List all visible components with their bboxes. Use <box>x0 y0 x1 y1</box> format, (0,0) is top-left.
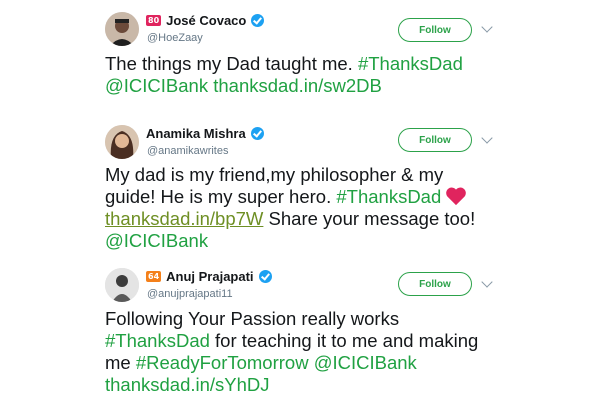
mention-link[interactable]: @ICICIBank <box>105 230 208 251</box>
tweet-text-line: Following Your Passion really works <box>105 308 400 329</box>
hashtag-link[interactable]: #ReadyForTomorrow <box>136 352 309 373</box>
display-name[interactable]: José Covaco <box>166 13 246 28</box>
verified-badge-icon <box>251 14 265 27</box>
chevron-down-icon[interactable] <box>481 21 493 33</box>
mention-link[interactable]: @ICICIBank <box>314 352 417 373</box>
tweet-text-plain: Share your message too! <box>263 208 476 229</box>
tweet-card: 64 Anuj Prajapati @anujprajapati11 Follo… <box>0 262 600 400</box>
follow-button[interactable]: Follow <box>398 18 472 42</box>
tweet-text-plain: The things my Dad taught me. <box>105 53 358 74</box>
tweet-text-line: thanksdad.in/bp7W Share your message too… <box>105 208 525 230</box>
tweet-text-line: #ThanksDad for teaching it to me and mak… <box>105 330 525 352</box>
display-name[interactable]: Anuj Prajapati <box>166 269 253 284</box>
rank-badge: 80 <box>146 15 162 26</box>
tweet-text-line: me #ReadyForTomorrow @ICICIBank <box>105 352 525 374</box>
url-link[interactable]: thanksdad.in/sYhDJ <box>105 374 270 395</box>
hashtag-link[interactable]: #ThanksDad <box>358 53 463 74</box>
url-link[interactable]: thanksdad.in/bp7W <box>105 208 263 229</box>
chevron-down-icon[interactable] <box>481 132 493 144</box>
hashtag-link[interactable]: #ThanksDad <box>336 186 441 207</box>
tweet-card: 80 José Covaco @HoeZaay Follow The thing… <box>0 0 600 104</box>
author-row: 64 Anuj Prajapati <box>146 269 272 284</box>
user-handle[interactable]: @anamikawrites <box>147 145 228 157</box>
url-link[interactable]: thanksdad.in/sw2DB <box>213 75 382 96</box>
author-row: 80 José Covaco <box>146 13 265 28</box>
rank-badge: 64 <box>146 271 162 282</box>
tweet-text-line: thanksdad.in/sYhDJ <box>105 374 525 396</box>
verified-badge-icon <box>258 270 272 283</box>
tweet-text-plain: guide! He is my super hero. <box>105 186 337 207</box>
tweet-text-plain: me <box>105 352 136 373</box>
heart-icon <box>446 187 467 206</box>
chevron-down-icon[interactable] <box>481 276 493 288</box>
avatar[interactable] <box>105 268 139 302</box>
mention-link[interactable]: @ICICIBank <box>105 75 208 96</box>
follow-button[interactable]: Follow <box>398 128 472 152</box>
user-handle[interactable]: @HoeZaay <box>147 32 203 44</box>
follow-button[interactable]: Follow <box>398 272 472 296</box>
user-handle[interactable]: @anujprajapati11 <box>147 288 233 300</box>
author-row: Anamika Mishra <box>146 126 264 141</box>
verified-badge-icon <box>250 127 264 140</box>
tweet-text: Following Your Passion really works #Tha… <box>105 308 525 396</box>
avatar[interactable] <box>105 125 139 159</box>
tweet-card: Anamika Mishra @anamikawrites Follow My … <box>0 118 600 251</box>
display-name[interactable]: Anamika Mishra <box>146 126 246 141</box>
tweet-text-line: guide! He is my super hero. #ThanksDad <box>105 186 525 208</box>
tweet-text: The things my Dad taught me. #ThanksDad … <box>105 53 525 97</box>
tweet-text-plain: for teaching it to me and making <box>209 330 479 351</box>
avatar[interactable] <box>105 12 139 46</box>
tweet-text-line: @ICICIBank <box>105 230 525 252</box>
hashtag-link[interactable]: #ThanksDad <box>105 330 210 351</box>
tweet-text: My dad is my friend,my philosopher & my … <box>105 164 525 252</box>
tweet-text-line: My dad is my friend,my philosopher & my <box>105 164 444 185</box>
